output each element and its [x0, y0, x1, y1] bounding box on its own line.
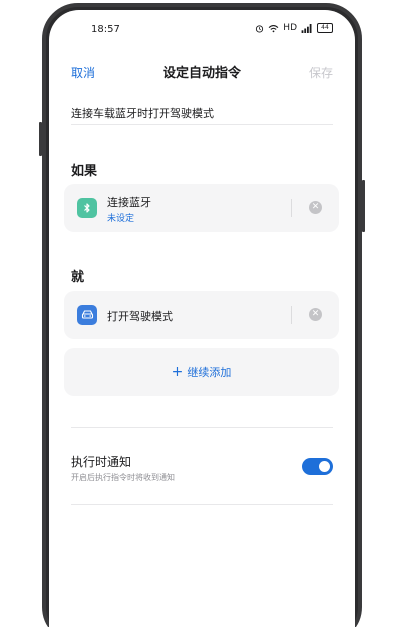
battery-icon: 44: [317, 23, 333, 33]
notify-subtitle: 开启后执行指令时将收到通知: [71, 473, 175, 482]
if-section-title: 如果: [71, 164, 98, 179]
page: 18:57 HD 44 取消 设定自动指令 保存 连接车载蓝牙时打开驾驶模式 如…: [0, 0, 406, 627]
add-more-content: + 继续添加: [64, 364, 339, 380]
nav-bar: 取消 设定自动指令 保存: [49, 62, 355, 82]
car-icon: [81, 310, 93, 319]
status-icons: HD 44: [255, 23, 333, 33]
toggle-knob: [319, 461, 330, 472]
command-name-field[interactable]: 连接车载蓝牙时打开驾驶模式: [71, 105, 214, 121]
bluetooth-icon: [84, 203, 90, 213]
condition-sub-label: 未设定: [107, 214, 135, 224]
then-section-title: 就: [71, 270, 85, 285]
network-label: HD: [283, 23, 297, 33]
card-divider: [291, 199, 292, 217]
status-time: 18:57: [91, 24, 120, 35]
action-card-driving-mode[interactable]: 打开驾驶模式 ✕: [64, 291, 339, 339]
bluetooth-tile: [77, 198, 97, 218]
status-bar: 18:57 HD 44: [49, 20, 355, 42]
car-tile: [77, 305, 97, 325]
command-name-underline: [71, 124, 333, 125]
plus-icon: +: [171, 364, 184, 380]
add-more-label: 继续添加: [187, 366, 232, 379]
remove-action-button[interactable]: ✕: [309, 308, 322, 321]
signal-icon: [301, 23, 312, 33]
bottom-divider: [71, 504, 333, 505]
wifi-icon: [268, 24, 279, 32]
remove-condition-button[interactable]: ✕: [309, 201, 322, 214]
power-button: [362, 180, 365, 232]
notify-toggle[interactable]: [302, 458, 333, 475]
condition-card-bluetooth[interactable]: 连接蓝牙 未设定 ✕: [64, 184, 339, 232]
condition-label: 连接蓝牙: [107, 196, 151, 209]
volume-button: [39, 122, 42, 156]
action-label: 打开驾驶模式: [107, 310, 173, 323]
close-icon: ✕: [311, 309, 320, 319]
card-divider: [291, 306, 292, 324]
section-divider: [71, 427, 333, 428]
screen: 18:57 HD 44 取消 设定自动指令 保存 连接车载蓝牙时打开驾驶模式 如…: [49, 10, 355, 627]
alarm-icon: [256, 24, 264, 33]
save-button[interactable]: 保存: [309, 64, 333, 81]
notify-title: 执行时通知: [71, 455, 132, 469]
add-more-button[interactable]: + 继续添加: [64, 348, 339, 396]
close-icon: ✕: [311, 202, 320, 212]
